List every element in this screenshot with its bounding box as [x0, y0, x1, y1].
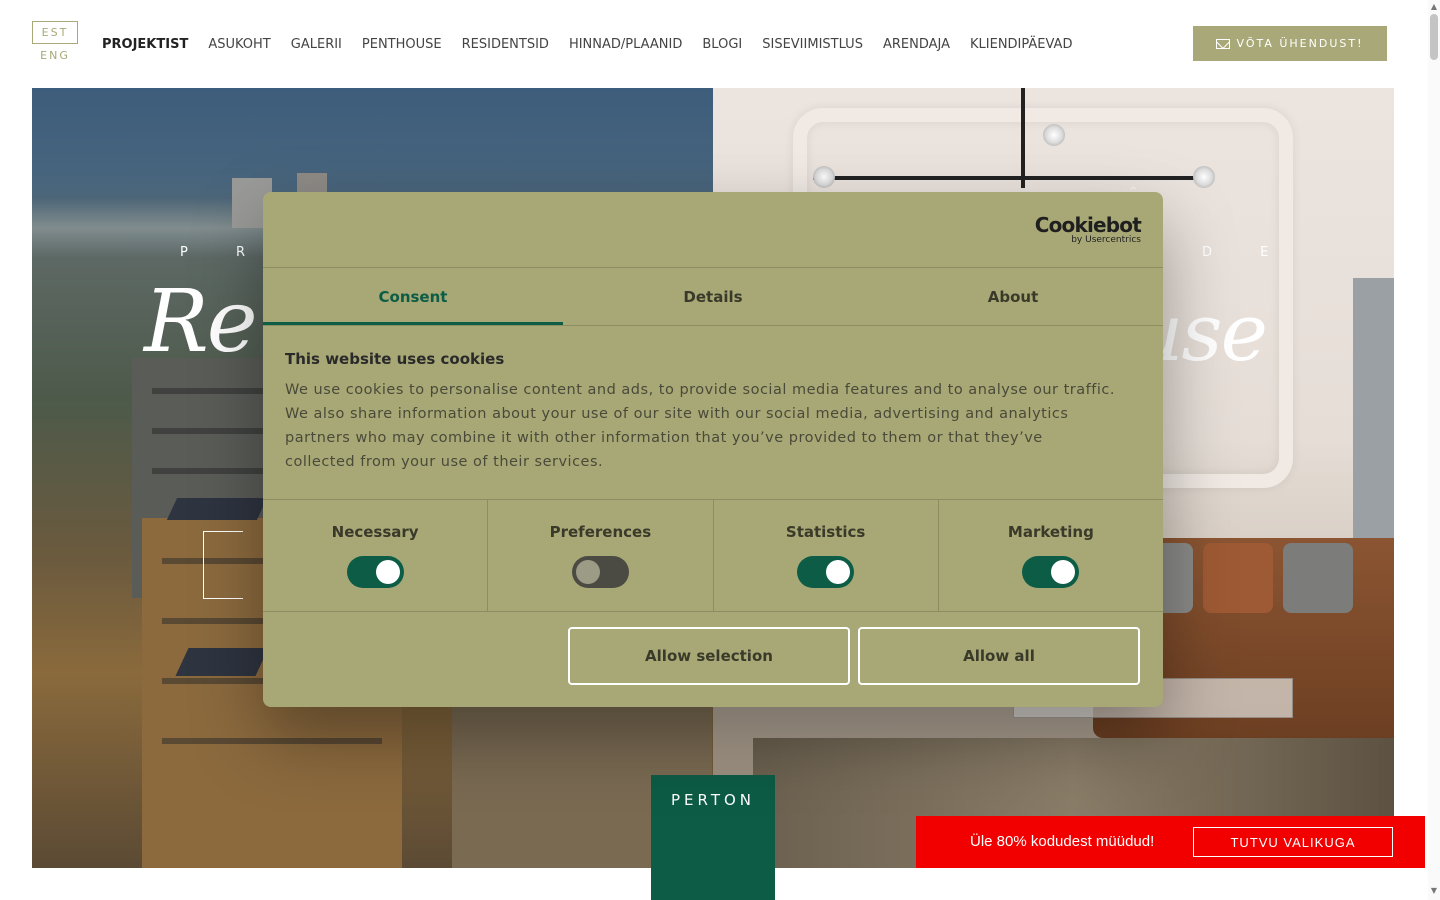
nav-item-hinnad-plaanid[interactable]: HINNAD/PLAANID: [569, 37, 682, 52]
allow-selection-button[interactable]: Allow selection: [568, 627, 850, 685]
preferences-toggle[interactable]: [571, 556, 629, 588]
nav-item-galerii[interactable]: GALERII: [291, 37, 342, 52]
tab-details[interactable]: Details: [563, 268, 863, 325]
category-marketing: Marketing: [939, 499, 1163, 611]
cookie-category-toggles: Necessary Preferences Statistics Marketi…: [263, 499, 1163, 611]
view-selection-button[interactable]: TUTVU VALIKUGA: [1193, 827, 1393, 857]
category-statistics: Statistics: [714, 499, 939, 611]
perton-logo[interactable]: PERTON: [651, 775, 775, 900]
scroll-down-arrow-icon[interactable]: ▼: [1428, 886, 1440, 895]
nav-item-residentsid[interactable]: RESIDENTSID: [462, 37, 549, 52]
envelope-icon: [1216, 38, 1231, 49]
dialog-handle-icon: ^: [1129, 186, 1138, 197]
hero-subtitle-left: P R: [180, 245, 268, 260]
promo-text: Üle 80% kodudest müüdud!: [970, 833, 1155, 850]
cookie-heading: This website uses cookies: [285, 350, 505, 368]
divider: [263, 611, 1163, 612]
statistics-toggle[interactable]: [797, 556, 855, 588]
category-label: Preferences: [549, 523, 652, 541]
scroll-up-arrow-icon[interactable]: ▲: [1428, 2, 1440, 11]
cookie-tabs: Consent Details About: [263, 268, 1163, 325]
divider: [263, 325, 1163, 326]
page-scrollbar[interactable]: ▲ ▼: [1428, 0, 1440, 900]
nav-item-siseviimistlus[interactable]: SISEVIIMISTLUS: [762, 37, 863, 52]
cookiebot-logo: Cookiebot by Usercentrics: [1034, 213, 1142, 245]
category-label: Necessary: [331, 523, 419, 541]
category-label: Marketing: [1007, 523, 1094, 541]
nav-item-projektist[interactable]: PROJEKTIST: [102, 37, 188, 52]
category-label: Statistics: [785, 523, 866, 541]
allow-all-button[interactable]: Allow all: [858, 627, 1140, 685]
category-preferences: Preferences: [488, 499, 714, 611]
cookie-consent-dialog: ^ Cookiebot by Usercentrics Consent Deta…: [263, 186, 1163, 707]
cookiebot-brand: Cookiebot: [1034, 213, 1142, 237]
tab-about[interactable]: About: [863, 268, 1163, 325]
marketing-toggle[interactable]: [1022, 556, 1080, 588]
nav-item-kliendipaevad[interactable]: KLIENDIPÄEVAD: [970, 37, 1072, 52]
hero-title-left: Re: [144, 272, 258, 372]
lang-est-label: EST: [41, 26, 69, 39]
necessary-toggle[interactable]: [346, 556, 404, 588]
hero-button-left-edge[interactable]: [203, 531, 243, 599]
nav-item-blogi[interactable]: BLOGI: [702, 37, 742, 52]
language-switch-eng[interactable]: ENG: [32, 49, 78, 62]
contact-button[interactable]: VÕTA ÜHENDUST!: [1193, 26, 1387, 61]
tab-consent[interactable]: Consent: [263, 268, 563, 325]
sold-out-promo-banner: Üle 80% kodudest müüdud! TUTVU VALIKUGA: [916, 816, 1425, 868]
nav-item-penthouse[interactable]: PENTHOUSE: [362, 37, 442, 52]
nav-item-arendaja[interactable]: ARENDAJA: [883, 37, 950, 52]
cookie-description: We use cookies to personalise content an…: [285, 382, 1115, 470]
scrollbar-thumb[interactable]: [1430, 14, 1438, 60]
hero-subtitle-right: A D E: [1145, 245, 1291, 260]
cookie-actions: Allow selection Allow all: [568, 627, 1140, 685]
nav-item-asukoht[interactable]: ASUKOHT: [208, 37, 270, 52]
contact-button-label: VÕTA ÜHENDUST!: [1236, 37, 1364, 50]
category-necessary: Necessary: [263, 499, 489, 611]
language-switch-est[interactable]: EST: [32, 21, 78, 44]
main-nav: PROJEKTIST ASUKOHT GALERII PENTHOUSE RES…: [102, 37, 1072, 52]
